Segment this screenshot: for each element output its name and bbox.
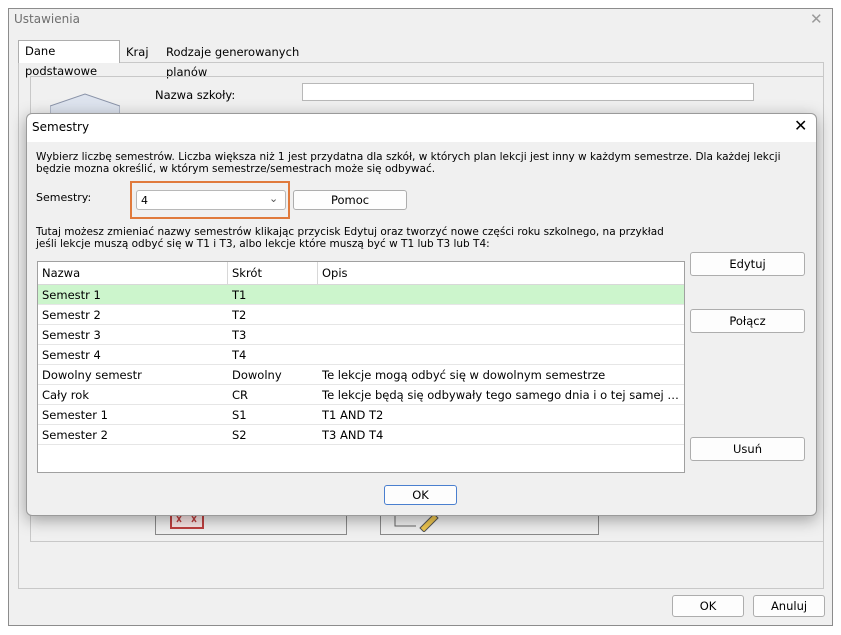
table-row[interactable]: Semestr 3 T3 [38, 325, 684, 345]
settings-close-icon[interactable]: ✕ [810, 10, 823, 28]
table-row[interactable]: Semestr 2 T2 [38, 305, 684, 325]
row-name: Semester 1 [42, 408, 108, 422]
row-name: Semester 2 [42, 428, 108, 442]
row-desc: Te lekcje będą się odbywały tego samego … [322, 388, 680, 402]
chevron-down-icon[interactable]: ⌄ [269, 192, 278, 205]
table-row[interactable]: Semester 1 S1 T1 AND T2 [38, 405, 684, 425]
table-row[interactable]: Semestr 1 T1 [38, 285, 684, 305]
semesters-count-label: Semestry: [36, 191, 92, 204]
dialog-title: Semestry [32, 120, 90, 134]
row-abbr: CR [232, 388, 249, 402]
row-abbr: T2 [232, 308, 247, 322]
row-desc: T3 AND T4 [322, 428, 384, 442]
tab-country[interactable]: Kraj [120, 42, 160, 64]
row-desc: Te lekcje mogą odbyć się w dowolnym seme… [322, 368, 606, 382]
row-abbr: S2 [232, 428, 247, 442]
row-name: Semestr 1 [42, 288, 101, 302]
column-header-name[interactable]: Nazwa [38, 262, 228, 284]
column-header-desc[interactable]: Opis [318, 262, 684, 284]
settings-cancel-button[interactable]: Anuluj [753, 595, 825, 617]
table-row[interactable]: Cały rok CR Te lekcje będą się odbywały … [38, 385, 684, 405]
row-name: Dowolny semestr [42, 368, 142, 382]
row-name: Semestr 2 [42, 308, 101, 322]
table-row[interactable]: Semester 2 S2 T3 AND T4 [38, 425, 684, 445]
tab-basic-data[interactable]: Dane podstawowe [18, 40, 120, 78]
row-abbr: T3 [232, 328, 247, 342]
tab-plan-types[interactable]: Rodzaje generowanych planów [160, 42, 322, 79]
delete-button[interactable]: Usuń [690, 437, 805, 461]
row-abbr: T4 [232, 348, 247, 362]
row-name: Cały rok [42, 388, 89, 402]
dialog-ok-button[interactable]: OK [384, 485, 457, 505]
settings-ok-button[interactable]: OK [672, 595, 744, 617]
row-name: Semestr 4 [42, 348, 101, 362]
row-abbr: Dowolny [232, 368, 282, 382]
edit-button[interactable]: Edytuj [690, 252, 805, 276]
column-header-abbr[interactable]: Skrót [228, 262, 318, 284]
row-name: Semestr 3 [42, 328, 101, 342]
rename-instructions: Tutaj możesz zmieniać nazwy semestrów kl… [36, 226, 664, 250]
settings-window-title: Ustawienia [14, 12, 80, 26]
row-abbr: S1 [232, 408, 247, 422]
school-name-label: Nazwa szkoły: [155, 88, 236, 102]
close-icon[interactable]: ✕ [794, 116, 807, 135]
semesters-count-value: 4 [141, 194, 148, 207]
dialog-titlebar [27, 114, 816, 142]
row-desc: T1 AND T2 [322, 408, 384, 422]
row-abbr: T1 [232, 288, 247, 302]
table-row[interactable]: Semestr 4 T4 [38, 345, 684, 365]
join-button[interactable]: Połącz [690, 309, 805, 333]
help-button[interactable]: Pomoc [293, 190, 407, 210]
semesters-description: Wybierz liczbę semestrów. Liczba większa… [36, 151, 781, 175]
school-name-input[interactable] [302, 83, 754, 101]
semesters-count-select[interactable] [136, 190, 286, 210]
table-row[interactable]: Dowolny semestr Dowolny Te lekcje mogą o… [38, 365, 684, 385]
